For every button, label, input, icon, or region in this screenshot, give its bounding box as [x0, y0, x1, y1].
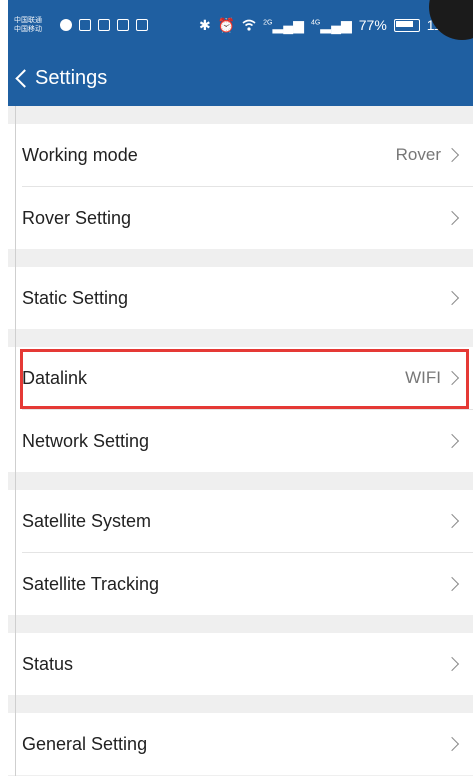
status-bar: 中国联通 中国移动 ✱ ⏰ 2G▂▄▆ 4G▂▄▆ 77% 11:0: [8, 0, 473, 50]
chevron-right-icon: [444, 210, 460, 226]
bluetooth-icon: ✱: [198, 16, 211, 33]
chevron-right-icon: [444, 370, 460, 386]
row-label: Static Setting: [22, 287, 129, 308]
chevron-right-icon: [444, 147, 460, 163]
carrier-name-2: 中国移动: [14, 26, 42, 33]
carrier-names: 中国联通 中国移动: [14, 16, 52, 34]
row-static-setting[interactable]: Static Setting: [8, 267, 473, 329]
settings-group-satellite: Satellite System Satellite Tracking: [8, 490, 473, 615]
group-spacer: [8, 695, 473, 713]
signal-icon-2: 4G▂▄▆: [310, 16, 352, 33]
group-spacer: [8, 106, 473, 124]
chevron-right-icon: [444, 736, 460, 752]
chevron-right-icon: [444, 290, 460, 306]
chevron-left-icon: [15, 69, 34, 88]
settings-group-static: Static Setting: [8, 267, 473, 329]
phone-screen: 中国联通 中国移动 ✱ ⏰ 2G▂▄▆ 4G▂▄▆ 77% 11:0: [8, 0, 473, 776]
row-label: Satellite System: [22, 510, 152, 531]
signal-icon-1: 2G▂▄▆: [263, 16, 304, 33]
chevron-right-icon: [444, 656, 460, 672]
gallery-notification-icon: [98, 19, 110, 31]
row-label: General Setting: [22, 733, 148, 754]
row-general-setting[interactable]: General Setting: [8, 713, 473, 775]
row-label: Working mode: [22, 144, 138, 165]
row-value: Rover: [395, 145, 441, 164]
settings-group-general: General Setting: [8, 713, 473, 775]
signal-label-2: 4G: [310, 18, 321, 26]
row-satellite-system[interactable]: Satellite System: [8, 490, 473, 552]
row-status[interactable]: Status: [8, 633, 473, 695]
row-rover-setting[interactable]: Rover Setting: [8, 187, 473, 249]
back-button[interactable]: Settings: [15, 66, 108, 90]
signal-label-1: 2G: [263, 18, 273, 26]
row-datalink[interactable]: Datalink WIFI: [8, 347, 473, 409]
back-label: Settings: [35, 66, 108, 89]
settings-group-link: Datalink WIFI Network Setting: [8, 347, 473, 472]
settings-group-status: Status: [8, 633, 473, 695]
row-label: Status: [22, 653, 74, 674]
notification-icons: [60, 19, 148, 31]
carrier-name-1: 中国联通: [14, 17, 42, 24]
chevron-right-icon: [444, 433, 460, 449]
message-notification-icon: [136, 19, 148, 31]
row-network-setting[interactable]: Network Setting: [8, 410, 473, 472]
app-notification-icon: [60, 19, 72, 31]
settings-list: Working mode Rover Rover Setting Static …: [8, 106, 473, 776]
image-notification-icon: [79, 19, 91, 31]
chevron-right-icon: [444, 576, 460, 592]
screen-border-line: [15, 106, 16, 776]
row-label: Satellite Tracking: [22, 573, 160, 594]
wifi-icon: [242, 19, 256, 31]
row-label: Rover Setting: [22, 207, 132, 228]
alarm-icon: ⏰: [217, 16, 236, 33]
system-status-icons: ✱ ⏰ 2G▂▄▆ 4G▂▄▆ 77% 11:0: [199, 0, 467, 50]
lock-notification-icon: [117, 19, 129, 31]
row-value: WIFI: [405, 368, 441, 387]
row-satellite-tracking[interactable]: Satellite Tracking: [8, 553, 473, 615]
row-label: Network Setting: [22, 430, 150, 451]
group-spacer: [8, 249, 473, 267]
settings-group-mode: Working mode Rover Rover Setting: [8, 124, 473, 249]
row-working-mode[interactable]: Working mode Rover: [8, 124, 473, 186]
screen-left-margin: [0, 0, 8, 776]
highlight-box: [20, 349, 469, 409]
group-spacer: [8, 329, 473, 347]
group-spacer: [8, 615, 473, 633]
app-bar: Settings: [8, 50, 473, 106]
chevron-right-icon: [444, 513, 460, 529]
group-spacer: [8, 472, 473, 490]
battery-icon: [393, 18, 420, 32]
row-label: Datalink: [22, 367, 88, 388]
battery-percent: 77%: [358, 17, 387, 33]
